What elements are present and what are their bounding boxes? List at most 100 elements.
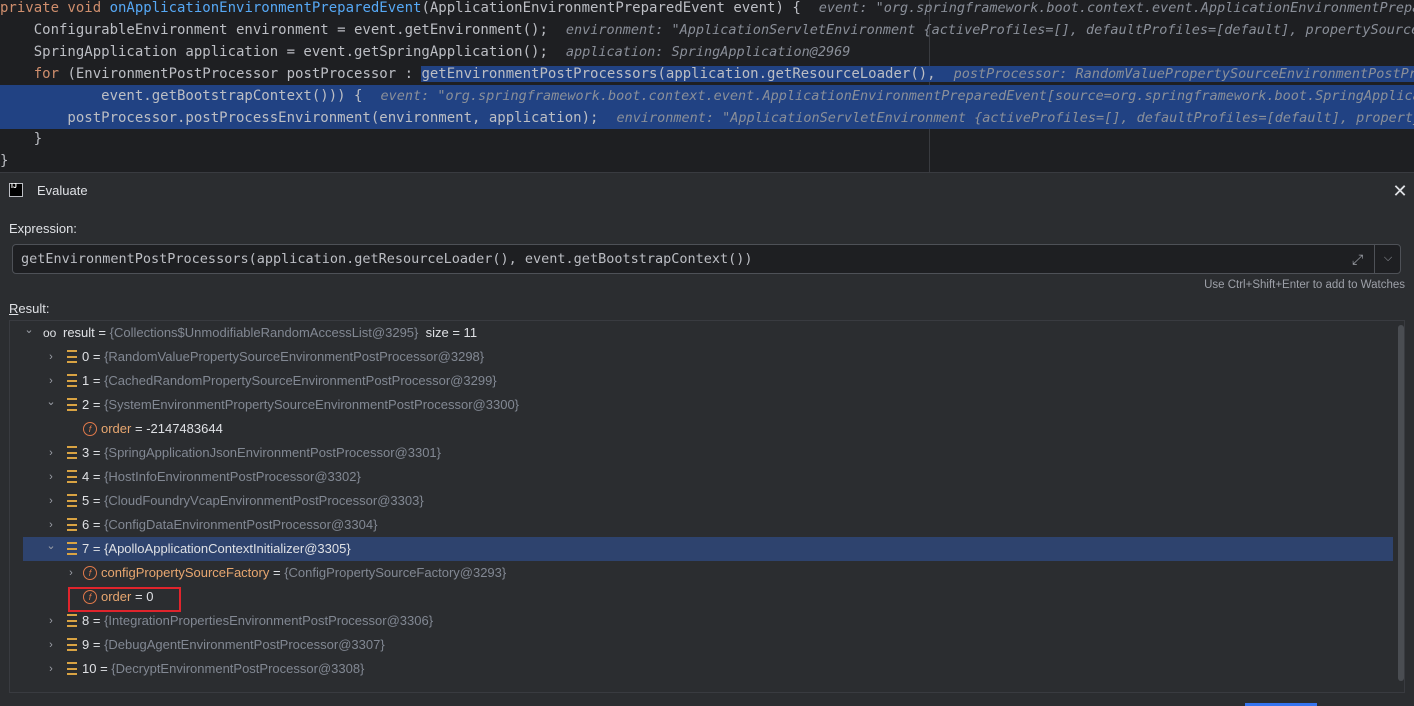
- code-keyword: for: [0, 66, 68, 82]
- tree-row[interactable]: ⌄ 2 = {SystemEnvironmentPropertySourceEnv…: [10, 393, 1394, 417]
- field-icon: f: [83, 422, 97, 436]
- variable-value: {ConfigPropertySourceFactory@3293}: [284, 565, 507, 580]
- result-label: Result:: [9, 301, 49, 316]
- code-line-8[interactable]: }: [0, 150, 1414, 172]
- list-icon: [67, 374, 77, 387]
- chevron-down-icon[interactable]: ⌄: [45, 390, 57, 414]
- code-keyword: private void: [0, 0, 110, 16]
- dropdown-separator: [1374, 245, 1375, 273]
- list-icon: [67, 446, 77, 459]
- variable-value: {SystemEnvironmentPropertySourceEnvironm…: [104, 397, 520, 412]
- result-label-mnemonic: R: [9, 301, 19, 316]
- list-icon: [67, 518, 77, 531]
- tree-row[interactable]: › 10 = {DecryptEnvironmentPostProcessor@3…: [10, 657, 1394, 681]
- code-line-2[interactable]: ConfigurableEnvironment environment = ev…: [0, 19, 1414, 41]
- tree-row[interactable]: › 3 = {SpringApplicationJsonEnvironmentPo…: [10, 441, 1394, 465]
- chevron-down-icon[interactable]: ⌄: [45, 534, 57, 558]
- inline-debug-value: application: SpringApplication@2969: [565, 44, 851, 60]
- equals-sign: =: [89, 613, 105, 628]
- list-icon: [67, 542, 77, 555]
- result-label-text: esult:: [18, 301, 50, 316]
- tree-row-text: result = {Collections$UnmodifiableRandom…: [63, 321, 477, 345]
- tree-row-text: 6 = {ConfigDataEnvironmentPostProcessor@…: [82, 513, 377, 537]
- close-button[interactable]: ✕: [1391, 182, 1409, 200]
- equals-sign: =: [89, 445, 105, 460]
- vertical-scrollbar[interactable]: [1398, 325, 1404, 681]
- inline-debug-value: event: "org.springframework.boot.context…: [380, 88, 1414, 104]
- tree-row-text: order = -2147483644: [101, 417, 223, 441]
- variable-value: {SpringApplicationJsonEnvironmentPostPro…: [104, 445, 442, 460]
- chevron-down-icon[interactable]: ⌵: [1381, 251, 1395, 265]
- expression-input[interactable]: getEnvironmentPostProcessors(application…: [21, 245, 753, 273]
- chevron-right-icon[interactable]: ›: [45, 465, 57, 489]
- equals-sign: =: [131, 421, 147, 436]
- code-text: }: [0, 153, 9, 169]
- tree-row-text: 3 = {SpringApplicationJsonEnvironmentPos…: [82, 441, 441, 465]
- variable-value: {IntegrationPropertiesEnvironmentPostPro…: [104, 613, 434, 628]
- tree-row[interactable]: f order = 0: [10, 585, 1394, 609]
- evaluate-dialog: Evaluate ✕ Expression: getEnvironmentPos…: [0, 172, 1414, 706]
- expression-field[interactable]: getEnvironmentPostProcessors(application…: [12, 244, 1401, 274]
- tree-row[interactable]: › 1 = {CachedRandomPropertySourceEnvironm…: [10, 369, 1394, 393]
- code-text: postProcessor.postProcessEnvironment(env…: [0, 110, 599, 126]
- inline-debug-value: event: "org.springframework.boot.context…: [818, 0, 1414, 16]
- variable-name: 10: [82, 661, 97, 676]
- tree-row[interactable]: › 5 = {CloudFoundryVcapEnvironmentPostPro…: [10, 489, 1394, 513]
- code-text: (EnvironmentPostProcessor postProcessor …: [67, 66, 422, 82]
- tree-row[interactable]: › 0 = {RandomValuePropertySourceEnvironme…: [10, 345, 1394, 369]
- chevron-right-icon[interactable]: ›: [45, 441, 57, 465]
- equals-sign: =: [89, 493, 105, 508]
- code-line-6[interactable]: postProcessor.postProcessEnvironment(env…: [0, 107, 1414, 129]
- chevron-right-icon[interactable]: ›: [45, 609, 57, 633]
- variable-value: {CachedRandomPropertySourceEnvironmentPo…: [104, 373, 497, 388]
- tree-row[interactable]: f order = -2147483644: [10, 417, 1394, 441]
- list-icon: [67, 398, 77, 411]
- add-to-watches-hint: Use Ctrl+Shift+Enter to add to Watches: [1204, 279, 1405, 291]
- code-line-3[interactable]: SpringApplication application = event.ge…: [0, 41, 1414, 63]
- inline-debug-value: environment: "ApplicationServletEnvironm…: [565, 22, 1414, 38]
- variable-name: configPropertySourceFactory: [101, 565, 270, 580]
- tree-row[interactable]: › 8 = {IntegrationPropertiesEnvironmentPo…: [10, 609, 1394, 633]
- code-line-1[interactable]: private void onApplicationEnvironmentPre…: [0, 0, 1414, 19]
- equals-sign: =: [269, 565, 285, 580]
- tree-row[interactable]: › 6 = {ConfigDataEnvironmentPostProcessor…: [10, 513, 1394, 537]
- variable-name: order: [101, 421, 132, 436]
- tree-row[interactable]: ⌄ oo result = {Collections$UnmodifiableRan…: [10, 321, 1394, 345]
- variable-value: {Collections$UnmodifiableRandomAccessLis…: [109, 325, 419, 340]
- dialog-title-bar[interactable]: Evaluate ✕: [0, 173, 1414, 209]
- result-tree[interactable]: ⌄ oo result = {Collections$UnmodifiableRan…: [9, 320, 1405, 693]
- collection-size: size = 11: [418, 325, 478, 340]
- tree-row-text: configPropertySourceFactory = {ConfigPro…: [101, 561, 506, 585]
- chevron-down-icon[interactable]: ⌄: [23, 318, 35, 342]
- tree-row[interactable]: › f configPropertySourceFactory = {ConfigP…: [10, 561, 1394, 585]
- code-line-7[interactable]: }: [0, 128, 1414, 150]
- tree-row[interactable]: › 9 = {DebugAgentEnvironmentPostProcessor…: [10, 633, 1394, 657]
- variable-name: result: [63, 325, 95, 340]
- code-text: event.getBootstrapContext())) {: [0, 88, 363, 104]
- tree-row[interactable]: ⌄ 7 = {ApolloApplicationContextInitialize…: [23, 537, 1393, 561]
- expression-label: Expression:: [9, 221, 77, 236]
- code-text: (ApplicationEnvironmentPreparedEvent eve…: [421, 0, 801, 16]
- chevron-right-icon[interactable]: ›: [45, 345, 57, 369]
- variable-value: -2147483644: [146, 421, 223, 436]
- tree-row[interactable]: › 4 = {HostInfoEnvironmentPostProcessor@3…: [10, 465, 1394, 489]
- expand-icon[interactable]: ⤢: [1352, 252, 1366, 266]
- equals-sign: =: [89, 469, 105, 484]
- variable-value: {HostInfoEnvironmentPostProcessor@3302}: [104, 469, 361, 484]
- variable-value: {ApolloApplicationContextInitializer@330…: [104, 541, 351, 556]
- variable-value: {CloudFoundryVcapEnvironmentPostProcesso…: [104, 493, 424, 508]
- list-icon: [67, 494, 77, 507]
- list-icon: [67, 662, 77, 675]
- chevron-right-icon[interactable]: ›: [65, 561, 77, 585]
- inline-debug-value: postProcessor: RandomValuePropertySource…: [935, 66, 1414, 82]
- equals-sign: =: [89, 541, 105, 556]
- tree-row-text: 1 = {CachedRandomPropertySourceEnvironme…: [82, 369, 497, 393]
- tree-row-text: 7 = {ApolloApplicationContextInitializer…: [82, 537, 351, 561]
- code-line-5[interactable]: event.getBootstrapContext())) { event: "o…: [0, 85, 1414, 107]
- equals-sign: =: [94, 325, 110, 340]
- code-line-4[interactable]: for (EnvironmentPostProcessor postProces…: [0, 63, 1414, 85]
- chevron-right-icon[interactable]: ›: [45, 657, 57, 681]
- chevron-right-icon[interactable]: ›: [45, 633, 57, 657]
- chevron-right-icon[interactable]: ›: [45, 489, 57, 513]
- code-editor[interactable]: private void onApplicationEnvironmentPre…: [0, 0, 1414, 172]
